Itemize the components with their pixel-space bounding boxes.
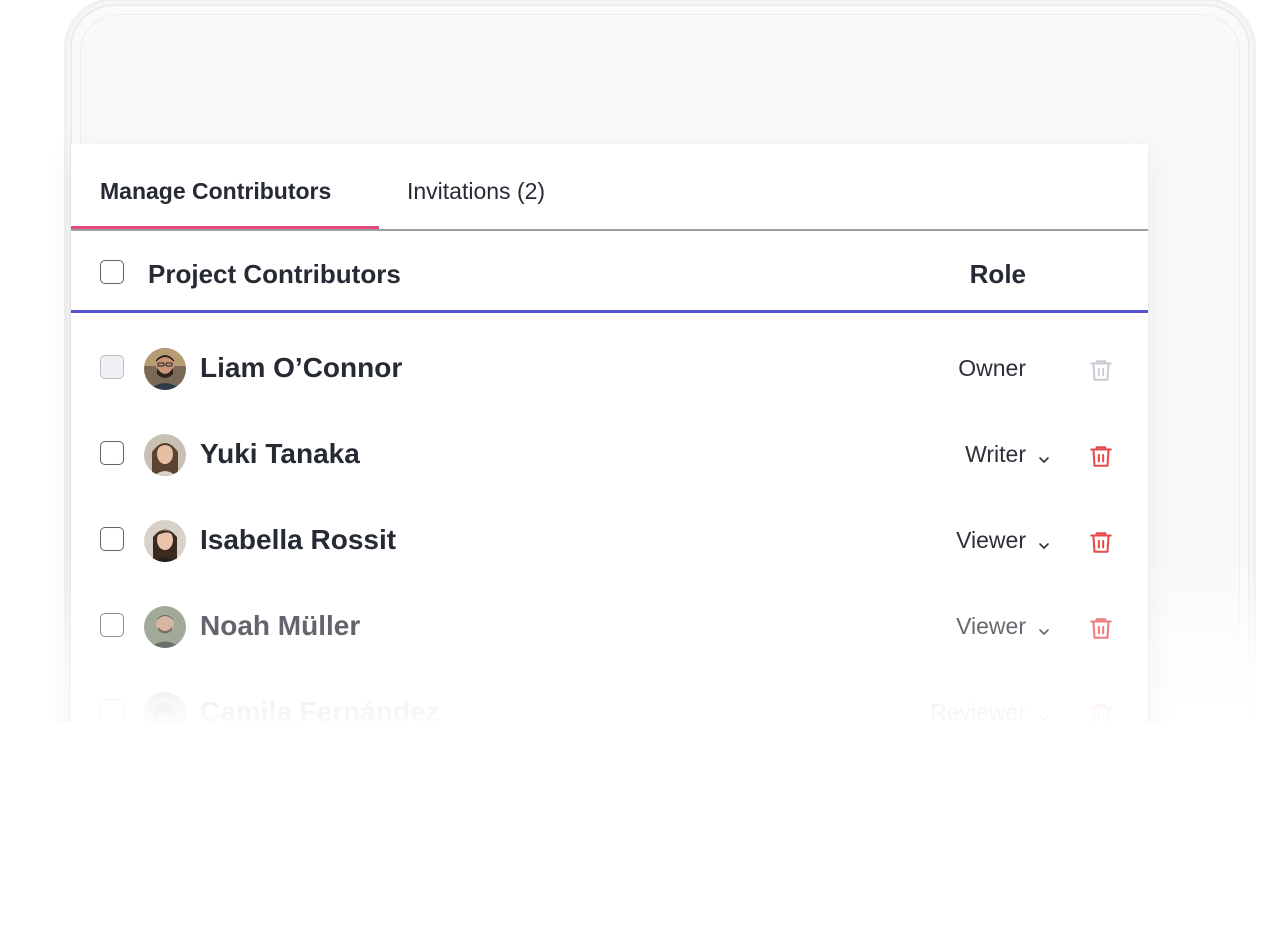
contributor-name: Liam O’Connor: [200, 352, 403, 383]
table-row: Yuki Tanaka Writer: [71, 412, 1148, 498]
row-checkbox[interactable]: [100, 527, 124, 551]
contributor-name: Isabella Rossit: [200, 524, 397, 555]
chevron-down-icon: [1036, 705, 1052, 721]
row-checkbox: [100, 355, 124, 379]
tab-manage-contributors[interactable]: Manage Contributors: [100, 178, 331, 205]
row-checkbox[interactable]: [100, 441, 124, 465]
trash-icon[interactable]: [1088, 615, 1114, 641]
active-tab-indicator: [71, 226, 379, 229]
chevron-down-icon: [1036, 533, 1052, 549]
bottom-fade: [0, 722, 1268, 930]
row-checkbox[interactable]: [100, 613, 124, 637]
table-row: Isabella Rossit Viewer: [71, 498, 1148, 584]
role-label: Owner: [958, 355, 1026, 381]
select-all-checkbox[interactable]: [100, 260, 124, 284]
table-row: Liam O’Connor Owner: [71, 326, 1148, 412]
contributors-panel: Manage Contributors Invitations (2) Proj…: [71, 144, 1148, 734]
table-row: Noah Müller Viewer: [71, 584, 1148, 670]
role-dropdown[interactable]: Viewer: [956, 527, 1052, 554]
role-dropdown-value: Viewer: [956, 613, 1026, 639]
column-header-contributors: Project Contributors: [148, 259, 401, 289]
trash-icon[interactable]: [1088, 443, 1114, 469]
table-header: Project Contributors Role: [71, 231, 1148, 313]
role-dropdown[interactable]: Viewer: [956, 613, 1052, 640]
trash-icon: [1088, 357, 1114, 383]
avatar: [144, 348, 186, 390]
contributor-name: Noah Müller: [200, 610, 361, 641]
role-dropdown-value: Writer: [965, 441, 1026, 467]
row-checkbox[interactable]: [100, 699, 124, 723]
column-header-role: Role: [969, 259, 1026, 289]
role-dropdown-value: Viewer: [956, 527, 1026, 553]
chevron-down-icon: [1036, 619, 1052, 635]
screen: Manage Contributors Invitations (2) Proj…: [0, 0, 1268, 930]
tab-bar: Manage Contributors Invitations (2): [71, 144, 1148, 231]
role-dropdown[interactable]: Writer: [965, 441, 1052, 468]
avatar: [144, 606, 186, 648]
avatar: [144, 434, 186, 476]
trash-icon[interactable]: [1088, 529, 1114, 555]
chevron-down-icon: [1036, 447, 1052, 463]
contributor-name: Yuki Tanaka: [200, 438, 360, 469]
tab-invitations[interactable]: Invitations (2): [407, 178, 545, 205]
avatar: [144, 520, 186, 562]
